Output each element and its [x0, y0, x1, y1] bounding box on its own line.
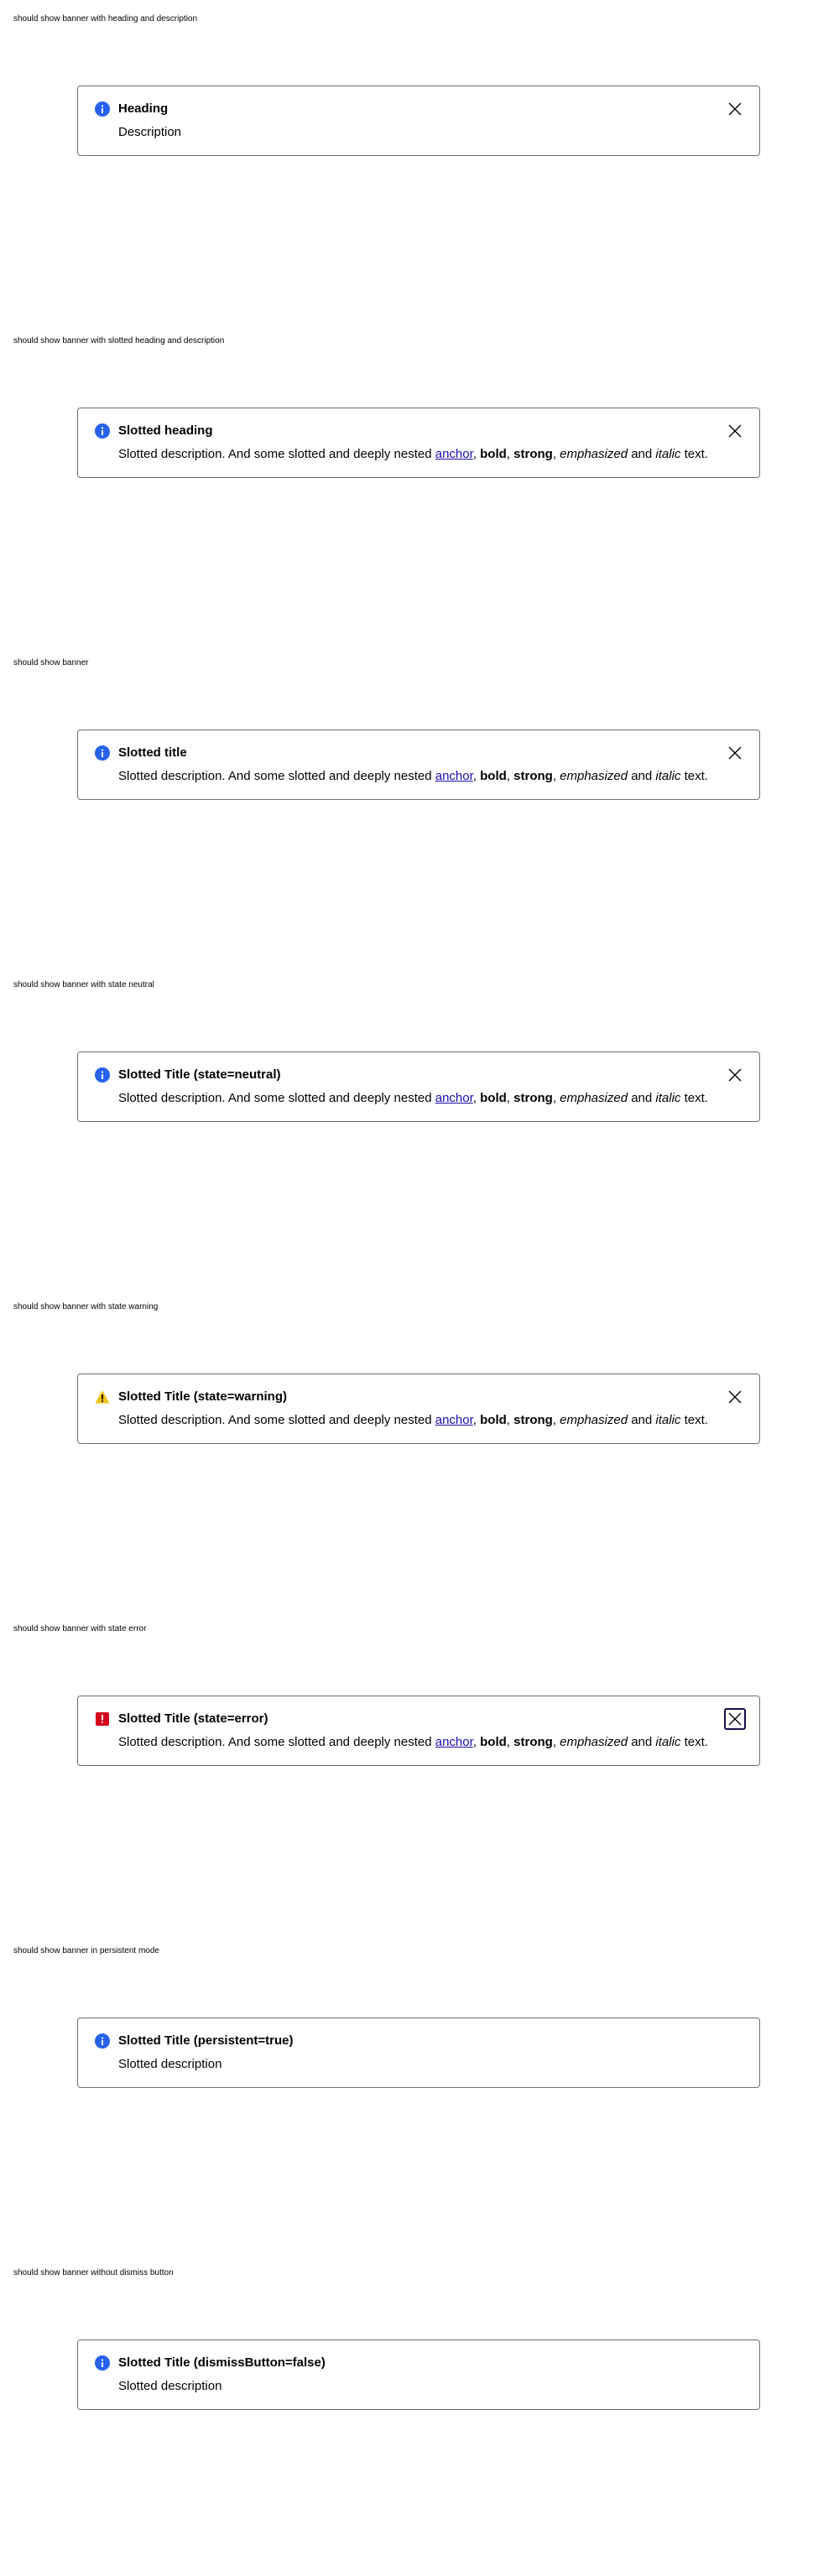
info-icon — [95, 1067, 110, 1083]
warning-icon — [95, 1389, 110, 1405]
section-label: should show banner with state neutral — [13, 980, 154, 989]
banner: Slotted Title (persistent=true) Slotted … — [77, 2018, 760, 2088]
banner-description: Slotted description. And some slotted an… — [118, 1091, 708, 1105]
banner-heading: Slotted heading — [118, 423, 213, 438]
anchor-link[interactable]: anchor — [435, 447, 473, 461]
info-icon — [95, 2355, 110, 2371]
banner-description: Slotted description. And some slotted an… — [118, 447, 708, 461]
test-section-persistent: should show banner in persistent mode Sl… — [0, 1932, 839, 2254]
banner: Slotted Title (state=neutral) Slotted de… — [77, 1052, 760, 1122]
test-section-state-neutral: should show banner with state neutral Sl… — [0, 966, 839, 1288]
dismiss-button[interactable] — [724, 1064, 746, 1086]
banner: Slotted heading Slotted description. And… — [77, 408, 760, 478]
banner: Slotted Title (state=warning) Slotted de… — [77, 1374, 760, 1444]
banner-description: Description — [118, 125, 182, 139]
dismiss-button[interactable] — [724, 1708, 746, 1730]
info-icon — [95, 2033, 110, 2049]
anchor-link[interactable]: anchor — [435, 769, 473, 783]
banner-heading: Heading — [118, 101, 169, 116]
error-icon — [95, 1711, 110, 1727]
test-section-slotted-heading-description: should show banner with slotted heading … — [0, 322, 839, 644]
banner-heading: Slotted Title (state=warning) — [118, 1389, 287, 1404]
banner: Slotted Title (dismissButton=false) Slot… — [77, 2340, 760, 2410]
section-label: should show banner with state error — [13, 1624, 147, 1633]
section-label: should show banner — [13, 658, 89, 667]
test-section-banner: should show banner Slotted title Slotted… — [0, 644, 839, 966]
banner-description: Slotted description — [118, 2057, 222, 2071]
close-icon — [728, 1712, 742, 1726]
banner-description: Slotted description. And some slotted an… — [118, 1735, 708, 1749]
close-icon — [728, 1068, 742, 1082]
close-icon — [728, 424, 742, 438]
banner-description: Slotted description — [118, 2379, 222, 2393]
section-label: should show banner with slotted heading … — [13, 336, 225, 345]
info-icon — [95, 745, 110, 761]
anchor-link[interactable]: anchor — [435, 1735, 473, 1749]
banner-heading: Slotted Title (dismissButton=false) — [118, 2355, 326, 2370]
info-icon — [95, 423, 110, 439]
banner-heading: Slotted Title (persistent=true) — [118, 2033, 294, 2048]
banner-description: Slotted description. And some slotted an… — [118, 769, 708, 783]
close-icon — [728, 1390, 742, 1404]
close-icon — [728, 746, 742, 760]
dismiss-button[interactable] — [724, 420, 746, 442]
close-icon — [728, 102, 742, 116]
banner: Heading Description — [77, 86, 760, 156]
test-section-heading-description: should show banner with heading and desc… — [0, 0, 839, 322]
section-label: should show banner with state warning — [13, 1302, 159, 1311]
banner: Slotted title Slotted description. And s… — [77, 730, 760, 800]
banner-heading: Slotted Title (state=neutral) — [118, 1067, 281, 1082]
banner-heading: Slotted title — [118, 745, 187, 760]
banner-heading: Slotted Title (state=error) — [118, 1711, 268, 1726]
section-label: should show banner without dismiss butto… — [13, 2268, 174, 2277]
dismiss-button[interactable] — [724, 742, 746, 764]
test-section-state-warning: should show banner with state warning Sl… — [0, 1288, 839, 1610]
section-label: should show banner in persistent mode — [13, 1946, 159, 1955]
banner: Slotted Title (state=error) Slotted desc… — [77, 1696, 760, 1766]
dismiss-button[interactable] — [724, 1386, 746, 1408]
test-section-state-error: should show banner with state error Slot… — [0, 1610, 839, 1932]
dismiss-button[interactable] — [724, 98, 746, 120]
anchor-link[interactable]: anchor — [435, 1413, 473, 1427]
test-section-no-dismiss: should show banner without dismiss butto… — [0, 2254, 839, 2576]
section-label: should show banner with heading and desc… — [13, 14, 198, 23]
anchor-link[interactable]: anchor — [435, 1091, 473, 1105]
info-icon — [95, 101, 110, 117]
banner-description: Slotted description. And some slotted an… — [118, 1413, 708, 1427]
